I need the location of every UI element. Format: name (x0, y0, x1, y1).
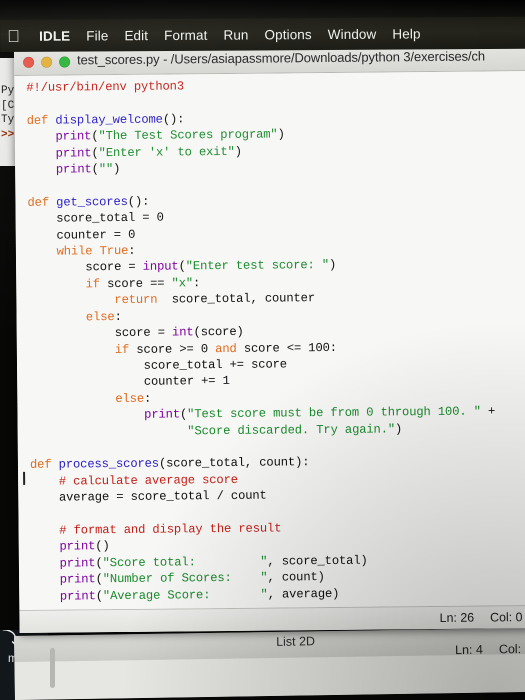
code-editor-area[interactable]: #!/usr/bin/env python3 def display_welco… (14, 71, 525, 610)
background-editor-window[interactable]: List 2D (14, 627, 525, 700)
close-button-icon[interactable] (23, 56, 35, 68)
idle-editor-window[interactable]: test_scores.py - /Users/asiapassmore/Dow… (14, 45, 525, 633)
background-window-body (14, 653, 525, 700)
menu-item-options[interactable]: Options (256, 27, 319, 42)
menu-item-format[interactable]: Format (156, 27, 215, 42)
menu-item-idle[interactable]: IDLE (31, 28, 78, 43)
text-cursor (23, 471, 25, 485)
menu-item-run[interactable]: Run (215, 27, 256, 42)
column-indicator: Col: 0 (490, 610, 523, 625)
zoom-button-icon[interactable] (59, 56, 71, 68)
macos-menu-bar[interactable]:  IDLE File Edit Format Run Options Wind… (0, 16, 525, 52)
background-scrollbar-handle[interactable] (50, 648, 55, 688)
menu-item-help[interactable]: Help (384, 26, 428, 41)
editor-status-bar: Ln: 26 Col: 0 (19, 605, 525, 633)
menu-item-edit[interactable]: Edit (116, 28, 156, 43)
background-tab-label: List 2D (276, 634, 316, 649)
apple-logo-icon[interactable]:  (6, 26, 21, 45)
window-controls (14, 56, 71, 68)
menu-item-window[interactable]: Window (320, 26, 385, 41)
menu-item-file[interactable]: File (78, 28, 116, 43)
minimize-button-icon[interactable] (41, 56, 53, 68)
line-indicator: Ln: 26 (439, 610, 475, 625)
source-code[interactable]: #!/usr/bin/env python3 def display_welco… (26, 75, 525, 610)
screen-photograph: ⤵ mmon s List 2D Ln: 4 Col: Py [C Ty >> … (0, 0, 525, 700)
window-title: test_scores.py - /Users/asiapassmore/Dow… (77, 48, 486, 68)
